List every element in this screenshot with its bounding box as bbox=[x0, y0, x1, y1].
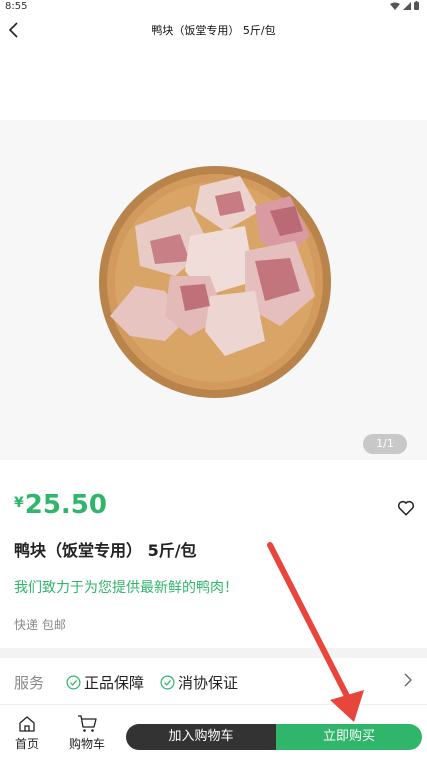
service-label: 服务 bbox=[14, 674, 45, 692]
page-title: 鸭块（饭堂专用） 5斤/包 bbox=[151, 24, 276, 37]
tab-cart[interactable]: 购物车 bbox=[64, 715, 110, 752]
product-price: ¥25.50 bbox=[14, 490, 107, 520]
service-item-label: 正品保障 bbox=[84, 674, 145, 692]
tab-home[interactable]: 首页 bbox=[12, 715, 42, 752]
buy-now-button[interactable]: 立即购买 bbox=[276, 724, 422, 750]
check-circle-icon bbox=[160, 675, 175, 690]
status-time: 8:55 bbox=[5, 1, 28, 12]
home-icon bbox=[19, 716, 35, 732]
image-pager: 1/1 bbox=[363, 434, 407, 454]
service-row[interactable]: 服务 正品保障 消协保证 bbox=[0, 658, 427, 702]
favorite-heart-icon[interactable] bbox=[397, 499, 415, 517]
check-circle-icon bbox=[66, 675, 81, 690]
section-divider bbox=[0, 648, 427, 658]
product-image bbox=[99, 166, 331, 398]
service-item-label: 消协保证 bbox=[178, 674, 239, 692]
wifi-icon bbox=[390, 2, 400, 10]
status-icons bbox=[390, 1, 419, 10]
product-name: 鸭块（饭堂专用） 5斤/包 bbox=[14, 541, 197, 560]
service-item-consumer: 消协保证 bbox=[160, 672, 238, 693]
status-bar: 8:55 bbox=[0, 0, 427, 14]
product-slogan: 我们致力于为您提供最新鲜的鸭肉！ bbox=[14, 580, 238, 596]
service-item-genuine: 正品保障 bbox=[66, 672, 144, 693]
signal-icon bbox=[403, 1, 411, 10]
tab-cart-label: 购物车 bbox=[68, 737, 105, 751]
price-value: 25.50 bbox=[24, 490, 107, 520]
app-bar: 鸭块（饭堂专用） 5斤/包 bbox=[0, 14, 427, 46]
chevron-right-icon[interactable] bbox=[403, 672, 413, 688]
battery-icon bbox=[414, 1, 419, 10]
shipping-info: 快递 包邮 bbox=[14, 618, 66, 632]
price-currency: ¥ bbox=[14, 495, 24, 511]
tab-home-label: 首页 bbox=[14, 737, 39, 751]
add-to-cart-button[interactable]: 加入购物车 bbox=[126, 724, 276, 750]
product-image-gallery[interactable] bbox=[0, 120, 427, 460]
cart-icon bbox=[78, 715, 97, 732]
